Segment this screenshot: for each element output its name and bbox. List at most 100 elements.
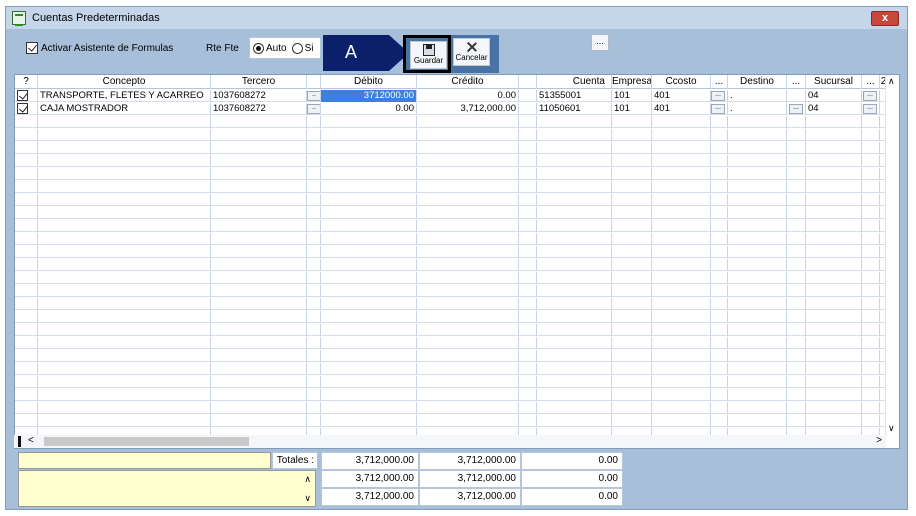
empty-cell[interactable]: [321, 246, 417, 258]
cell-debito[interactable]: 3712000.00: [321, 90, 417, 102]
empty-cell[interactable]: [652, 142, 711, 154]
empty-cell[interactable]: [806, 389, 862, 401]
empty-cell[interactable]: [728, 246, 787, 258]
empty-cell[interactable]: [417, 350, 519, 362]
empty-cell[interactable]: [612, 350, 652, 362]
empty-cell[interactable]: [612, 363, 652, 375]
empty-cell[interactable]: [211, 376, 307, 388]
empty-cell[interactable]: [537, 220, 612, 232]
empty-cell[interactable]: [862, 363, 880, 375]
empty-cell[interactable]: [806, 194, 862, 206]
empty-cell[interactable]: [862, 116, 880, 128]
empty-cell[interactable]: [711, 350, 728, 362]
empty-cell[interactable]: [321, 298, 417, 310]
empty-cell[interactable]: [417, 272, 519, 284]
empty-cell[interactable]: [711, 233, 728, 245]
empty-cell[interactable]: [806, 168, 862, 180]
empty-cell[interactable]: [806, 207, 862, 219]
empty-cell[interactable]: [862, 233, 880, 245]
ellipsis-button[interactable]: ...: [591, 34, 609, 51]
notes-textarea[interactable]: ∧ ∨: [18, 470, 316, 507]
empty-row[interactable]: [15, 207, 899, 219]
empty-cell[interactable]: [211, 337, 307, 349]
empty-cell[interactable]: [15, 233, 38, 245]
empty-cell[interactable]: [417, 415, 519, 427]
empty-cell[interactable]: [652, 285, 711, 297]
cell-cuenta[interactable]: 51355001: [537, 90, 612, 102]
checkbox-icon[interactable]: [26, 42, 38, 54]
empty-cell[interactable]: [211, 129, 307, 141]
empty-cell[interactable]: [711, 116, 728, 128]
empty-cell[interactable]: [417, 259, 519, 271]
empty-cell[interactable]: [652, 116, 711, 128]
empty-cell[interactable]: [806, 246, 862, 258]
empty-row[interactable]: [15, 142, 899, 154]
empty-cell[interactable]: [728, 194, 787, 206]
cell-sucursal[interactable]: 04: [806, 90, 862, 102]
chevron-up-icon[interactable]: ∧: [304, 474, 311, 485]
empty-row[interactable]: [15, 389, 899, 401]
col-sucursal[interactable]: Sucursal: [806, 75, 862, 89]
empty-cell[interactable]: [652, 194, 711, 206]
empty-cell[interactable]: [711, 129, 728, 141]
ccosto-lookup-button[interactable]: ...: [711, 104, 725, 114]
col-ccosto[interactable]: Ccosto: [652, 75, 711, 89]
empty-cell[interactable]: [652, 207, 711, 219]
empty-cell[interactable]: [519, 350, 537, 362]
cell-empresa[interactable]: 101: [612, 103, 652, 115]
empty-cell[interactable]: [806, 181, 862, 193]
empty-cell[interactable]: [806, 363, 862, 375]
empty-cell[interactable]: [612, 207, 652, 219]
empty-cell[interactable]: [537, 376, 612, 388]
empty-cell[interactable]: [417, 207, 519, 219]
empty-cell[interactable]: [417, 363, 519, 375]
empty-cell[interactable]: [38, 194, 211, 206]
empty-cell[interactable]: [15, 194, 38, 206]
empty-cell[interactable]: [321, 324, 417, 336]
empty-row[interactable]: [15, 363, 899, 375]
empty-cell[interactable]: [652, 324, 711, 336]
empty-cell[interactable]: [519, 181, 537, 193]
cell-credito[interactable]: 3,712,000.00: [417, 103, 519, 115]
empty-cell[interactable]: [711, 337, 728, 349]
empty-cell[interactable]: [38, 285, 211, 297]
empty-cell[interactable]: [321, 415, 417, 427]
empty-cell[interactable]: [15, 272, 38, 284]
cell-tercero[interactable]: 1037608272: [211, 90, 307, 102]
empty-cell[interactable]: [537, 207, 612, 219]
empty-row[interactable]: [15, 350, 899, 362]
empty-cell[interactable]: [728, 363, 787, 375]
empty-cell[interactable]: [652, 246, 711, 258]
empty-cell[interactable]: [711, 376, 728, 388]
empty-cell[interactable]: [211, 298, 307, 310]
empty-cell[interactable]: [537, 350, 612, 362]
empty-cell[interactable]: [862, 298, 880, 310]
empty-row[interactable]: [15, 168, 899, 180]
cell-destino[interactable]: .: [728, 103, 787, 115]
empty-cell[interactable]: [307, 350, 321, 362]
sucursal-lookup-button[interactable]: ...: [863, 91, 877, 101]
empty-cell[interactable]: [862, 402, 880, 414]
empty-cell[interactable]: [307, 376, 321, 388]
empty-cell[interactable]: [787, 246, 806, 258]
empty-cell[interactable]: [537, 155, 612, 167]
empty-row[interactable]: [15, 311, 899, 323]
empty-cell[interactable]: [211, 168, 307, 180]
empty-cell[interactable]: [519, 246, 537, 258]
empty-cell[interactable]: [728, 285, 787, 297]
empty-cell[interactable]: [787, 194, 806, 206]
empty-cell[interactable]: [211, 402, 307, 414]
empty-cell[interactable]: [38, 207, 211, 219]
empty-cell[interactable]: [612, 246, 652, 258]
empty-cell[interactable]: [612, 285, 652, 297]
empty-cell[interactable]: [862, 272, 880, 284]
tercero-lookup-button[interactable]: ..: [307, 91, 320, 101]
empty-cell[interactable]: [612, 220, 652, 232]
empty-cell[interactable]: [321, 168, 417, 180]
radio-auto[interactable]: [253, 42, 264, 54]
empty-cell[interactable]: [728, 129, 787, 141]
empty-cell[interactable]: [728, 116, 787, 128]
empty-cell[interactable]: [711, 324, 728, 336]
empty-cell[interactable]: [537, 285, 612, 297]
empty-cell[interactable]: [652, 168, 711, 180]
